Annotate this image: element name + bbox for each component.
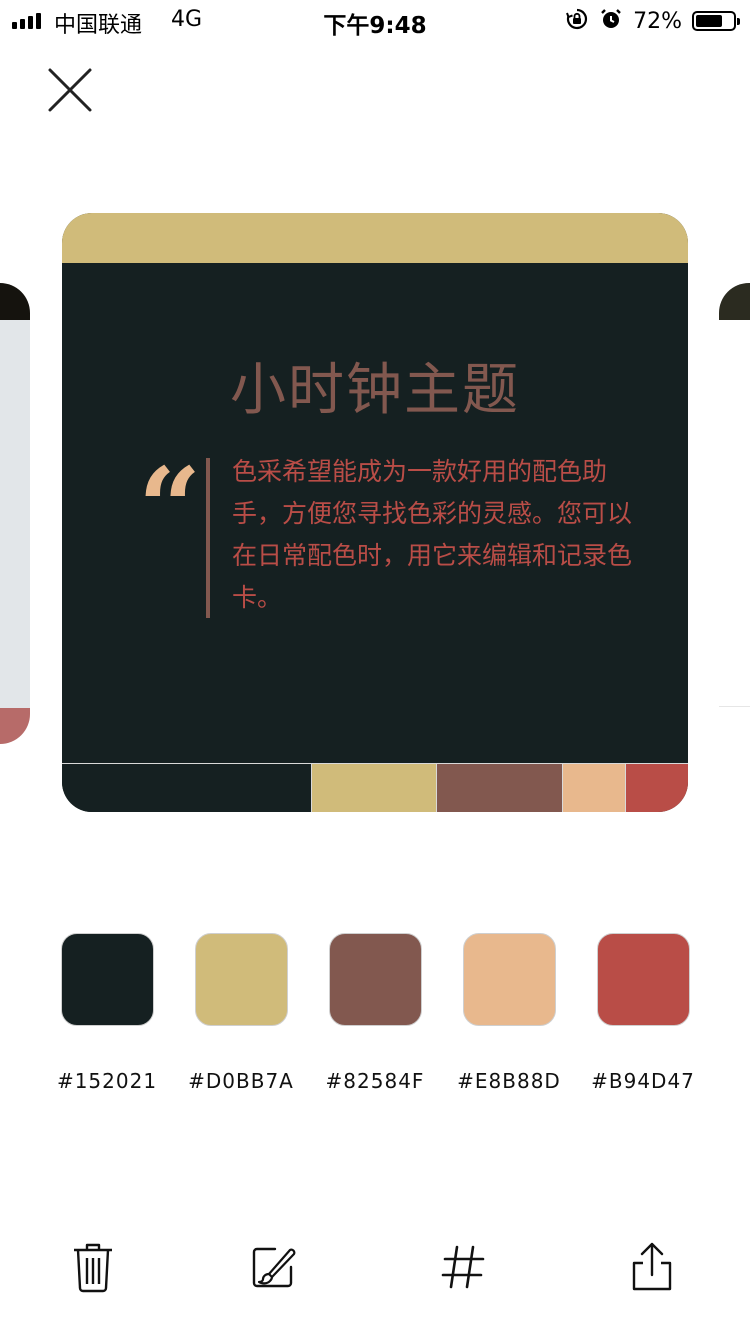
theme-card[interactable]: 小时钟主题 “ 色采希望能成为一款好用的配色助手，方便您寻找色彩的灵感。您可以在… bbox=[62, 213, 688, 812]
share-icon bbox=[632, 1242, 672, 1291]
close-icon bbox=[48, 68, 92, 112]
share-button[interactable] bbox=[620, 1235, 684, 1299]
strip-segment bbox=[62, 763, 311, 812]
color-hex-label: #E8B88D bbox=[457, 1069, 561, 1093]
color-swatch[interactable] bbox=[597, 933, 690, 1026]
delete-button[interactable] bbox=[61, 1235, 125, 1299]
strip-segment bbox=[561, 763, 625, 812]
hex-code-button[interactable] bbox=[431, 1235, 495, 1299]
color-swatch[interactable] bbox=[329, 933, 422, 1026]
card-body: 小时钟主题 “ 色采希望能成为一款好用的配色助手，方便您寻找色彩的灵感。您可以在… bbox=[62, 263, 688, 763]
palette-swatches: #152021 #D0BB7A #82584F #E8B88D #B94D47 bbox=[0, 933, 750, 1093]
strip-segment bbox=[436, 763, 562, 812]
rotation-lock-icon bbox=[565, 7, 589, 35]
bottom-toolbar bbox=[0, 1235, 750, 1305]
battery-percent: 72% bbox=[633, 8, 682, 34]
quote-mark-icon: “ bbox=[138, 443, 202, 572]
color-swatch[interactable] bbox=[463, 933, 556, 1026]
strip-segment bbox=[310, 763, 437, 812]
color-swatch[interactable] bbox=[195, 933, 288, 1026]
strip-segment bbox=[624, 763, 688, 812]
alarm-icon bbox=[599, 7, 623, 35]
color-swatch[interactable] bbox=[61, 933, 154, 1026]
close-button[interactable] bbox=[44, 64, 96, 116]
edit-brush-icon bbox=[252, 1247, 296, 1288]
trash-icon bbox=[74, 1243, 112, 1293]
color-hex-label: #D0BB7A bbox=[188, 1069, 294, 1093]
card-title: 小时钟主题 bbox=[230, 358, 520, 423]
quote-bar bbox=[206, 458, 210, 618]
color-hex-label: #152021 bbox=[56, 1069, 158, 1093]
battery-icon bbox=[692, 11, 740, 31]
next-card-peek[interactable] bbox=[719, 283, 750, 707]
status-right-group: 72% bbox=[565, 6, 740, 36]
card-header-band bbox=[62, 213, 688, 263]
card-quote-text: 色采希望能成为一款好用的配色助手，方便您寻找色彩的灵感。您可以在日常配色时，用它… bbox=[232, 457, 633, 612]
color-strip bbox=[62, 763, 688, 812]
edit-button[interactable] bbox=[241, 1235, 305, 1299]
color-hex-label: #B94D47 bbox=[591, 1069, 695, 1093]
previous-card-peek[interactable] bbox=[0, 283, 30, 744]
hash-icon bbox=[441, 1245, 485, 1289]
color-hex-label: #82584F bbox=[325, 1069, 425, 1093]
battery-fill bbox=[696, 15, 722, 27]
status-bar: 中国联通 4G 下午9:48 72% bbox=[0, 0, 750, 42]
